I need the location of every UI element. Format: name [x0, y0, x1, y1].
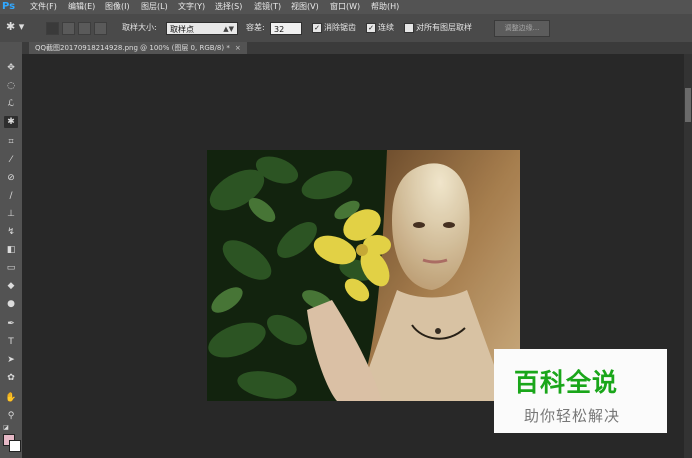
- healing-brush-tool-icon[interactable]: ⊘: [4, 172, 18, 184]
- document-tab[interactable]: QQ截图20170918214928.png @ 100% (图层 0, RGB…: [29, 42, 247, 54]
- menu-layer[interactable]: 图层(L): [141, 0, 168, 14]
- antialias-checkbox[interactable]: ✓: [312, 23, 322, 33]
- watermark-box: 百科全说 助你轻松解决: [494, 349, 667, 433]
- menu-filter[interactable]: 滤镜(T): [254, 0, 281, 14]
- path-selection-tool-icon[interactable]: ➤: [4, 354, 18, 366]
- contiguous-label: 连续: [378, 23, 394, 32]
- refine-edge-button[interactable]: 调整边缘...: [494, 20, 550, 37]
- history-brush-tool-icon[interactable]: ↯: [4, 226, 18, 238]
- menu-edit[interactable]: 编辑(E): [68, 0, 95, 14]
- add-to-selection-button[interactable]: [62, 22, 75, 35]
- document-tab-title: QQ截图20170918214928.png @ 100% (图层 0, RGB…: [35, 44, 230, 52]
- magic-wand-icon[interactable]: ✱ ▾: [6, 20, 32, 36]
- lasso-tool-icon[interactable]: ℒ: [4, 98, 18, 110]
- background-color-swatch[interactable]: [9, 440, 21, 452]
- new-selection-button[interactable]: [46, 22, 59, 35]
- brush-tool-icon[interactable]: ∕: [4, 190, 18, 202]
- menu-type[interactable]: 文字(Y): [178, 0, 205, 14]
- menu-bar: Ps 文件(F) 编辑(E) 图像(I) 图层(L) 文字(Y) 选择(S) 滤…: [0, 0, 692, 14]
- watermark-title: 百科全说: [514, 368, 619, 397]
- menu-view[interactable]: 视图(V): [291, 0, 319, 14]
- magic-wand-tool-icon[interactable]: ✱: [4, 116, 18, 128]
- antialias-label: 消除锯齿: [324, 23, 356, 32]
- zoom-tool-icon[interactable]: ⚲: [4, 410, 18, 422]
- menu-window[interactable]: 窗口(W): [330, 0, 360, 14]
- intersect-selection-button[interactable]: [94, 22, 107, 35]
- shape-tool-icon[interactable]: ✿: [4, 372, 18, 384]
- watermark-subtitle: 助你轻松解决: [524, 407, 621, 425]
- photo-illustration: [207, 150, 520, 401]
- hand-tool-icon[interactable]: ✋: [4, 392, 18, 404]
- move-tool-icon[interactable]: ✥: [4, 62, 18, 74]
- sample-all-layers-label: 对所有图层取样: [416, 23, 472, 32]
- subtract-from-selection-button[interactable]: [78, 22, 91, 35]
- close-icon[interactable]: ×: [235, 44, 241, 52]
- menu-file[interactable]: 文件(F): [30, 0, 57, 14]
- document-image[interactable]: [207, 150, 520, 401]
- blur-tool-icon[interactable]: ◆: [4, 280, 18, 292]
- pen-tool-icon[interactable]: ✒: [4, 318, 18, 330]
- dodge-tool-icon[interactable]: ●: [4, 298, 18, 310]
- clone-stamp-tool-icon[interactable]: ⊥: [4, 208, 18, 220]
- menu-select[interactable]: 选择(S): [215, 0, 242, 14]
- tools-panel: ✥ ◌ ℒ ✱ ⌗ ⁄ ⊘ ∕ ⊥ ↯ ◧ ▭ ◆ ● ✒ T ➤ ✿ ✋ ⚲ …: [0, 42, 23, 458]
- crop-tool-icon[interactable]: ⌗: [4, 136, 18, 148]
- tolerance-label: 容差:: [246, 23, 265, 32]
- photoshop-logo[interactable]: Ps: [2, 0, 18, 14]
- sample-size-value: 取样点: [170, 25, 194, 34]
- eraser-tool-icon[interactable]: ◧: [4, 244, 18, 256]
- sample-size-select[interactable]: 取样点 ▲▼: [166, 22, 238, 35]
- menu-help[interactable]: 帮助(H): [371, 0, 399, 14]
- scrollbar-thumb[interactable]: [685, 88, 691, 122]
- sample-all-layers-checkbox[interactable]: [404, 23, 414, 33]
- default-colors-icon[interactable]: ◪: [1, 422, 11, 434]
- tolerance-input[interactable]: 32: [270, 22, 302, 35]
- gradient-tool-icon[interactable]: ▭: [4, 262, 18, 274]
- chevron-down-icon: ▲▼: [223, 25, 234, 33]
- options-bar: ✱ ▾ 取样大小: 取样点 ▲▼ 容差: 32 ✓ 消除锯齿 ✓ 连续 对所有图…: [0, 14, 692, 43]
- contiguous-checkbox[interactable]: ✓: [366, 23, 376, 33]
- eyedropper-tool-icon[interactable]: ⁄: [4, 154, 18, 166]
- document-tab-bar: QQ截图20170918214928.png @ 100% (图层 0, RGB…: [22, 42, 692, 54]
- sample-size-label: 取样大小:: [122, 23, 157, 32]
- type-tool-icon[interactable]: T: [4, 336, 18, 348]
- marquee-tool-icon[interactable]: ◌: [4, 80, 18, 92]
- menu-image[interactable]: 图像(I): [105, 0, 130, 14]
